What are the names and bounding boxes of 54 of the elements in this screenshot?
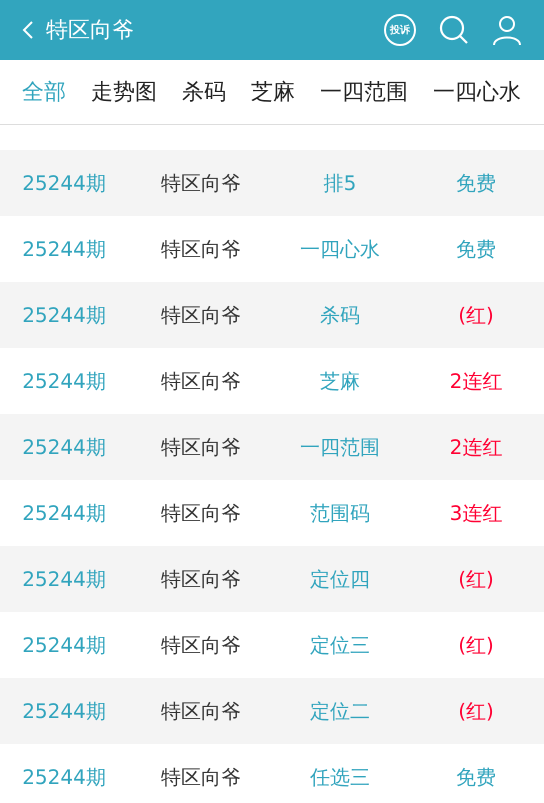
period-text: 25244期	[21, 566, 107, 593]
category-text: 任选三	[309, 764, 371, 791]
result-text: 3连红	[448, 500, 504, 527]
author-text: 特区向爷	[160, 500, 242, 527]
category-text: 一四心水	[299, 236, 381, 263]
period-text: 25244期	[21, 764, 107, 791]
back-icon[interactable]	[22, 20, 34, 40]
result-text: 免费	[455, 764, 497, 791]
period-text: 25244期	[21, 236, 107, 263]
category-text: 范围码	[309, 500, 371, 527]
category-text: 一四范围	[299, 434, 381, 461]
search-icon[interactable]	[438, 14, 470, 46]
author-text: 特区向爷	[160, 566, 242, 593]
author-text: 特区向爷	[160, 368, 242, 395]
result-text: (红)	[457, 698, 495, 725]
user-icon[interactable]	[492, 14, 522, 46]
result-text: (红)	[457, 632, 495, 659]
category-tab[interactable]: 芝麻	[251, 76, 295, 108]
category-text: 杀码	[319, 302, 361, 329]
author-text: 特区向爷	[160, 236, 242, 263]
period-text: 25244期	[21, 500, 107, 527]
category-tab[interactable]: 走势图	[91, 76, 157, 108]
category-text: 定位二	[309, 698, 371, 725]
category-text: 芝麻	[319, 368, 361, 395]
category-tab[interactable]: 一四范围	[320, 76, 408, 108]
category-tab[interactable]: 杀码	[182, 76, 226, 108]
author-text: 特区向爷	[160, 698, 242, 725]
category-text: 定位四	[309, 566, 371, 593]
record-row[interactable]: 25244期 特区向爷 杀码 (红)	[0, 282, 544, 348]
period-text: 25244期	[21, 698, 107, 725]
period-text: 25244期	[21, 632, 107, 659]
author-text: 特区向爷	[160, 302, 242, 329]
record-row[interactable]: 25244期 特区向爷 定位四 (红)	[0, 546, 544, 612]
record-row[interactable]: 25244期 特区向爷 定位二 (红)	[0, 678, 544, 744]
period-text: 25244期	[21, 302, 107, 329]
period-text: 25244期	[21, 170, 107, 197]
result-text: 2连红	[448, 368, 504, 395]
author-text: 特区向爷	[160, 434, 242, 461]
author-text: 特区向爷	[160, 632, 242, 659]
result-text: (红)	[457, 566, 495, 593]
period-text: 25244期	[21, 434, 107, 461]
record-row[interactable]: 25244期 特区向爷 一四范围 2连红	[0, 414, 544, 480]
category-text: 定位三	[309, 632, 371, 659]
category-text: 排5	[322, 170, 358, 197]
record-row[interactable]: 25244期 特区向爷 排5 免费	[0, 150, 544, 216]
result-text: (红)	[457, 302, 495, 329]
author-text: 特区向爷	[160, 170, 242, 197]
page-title: 特区向爷	[46, 16, 134, 44]
result-text: 免费	[455, 236, 497, 263]
author-text: 特区向爷	[160, 764, 242, 791]
period-text: 25244期	[21, 368, 107, 395]
result-text: 免费	[455, 170, 497, 197]
category-tab[interactable]: 一四心水	[433, 76, 521, 108]
result-text: 2连红	[448, 434, 504, 461]
